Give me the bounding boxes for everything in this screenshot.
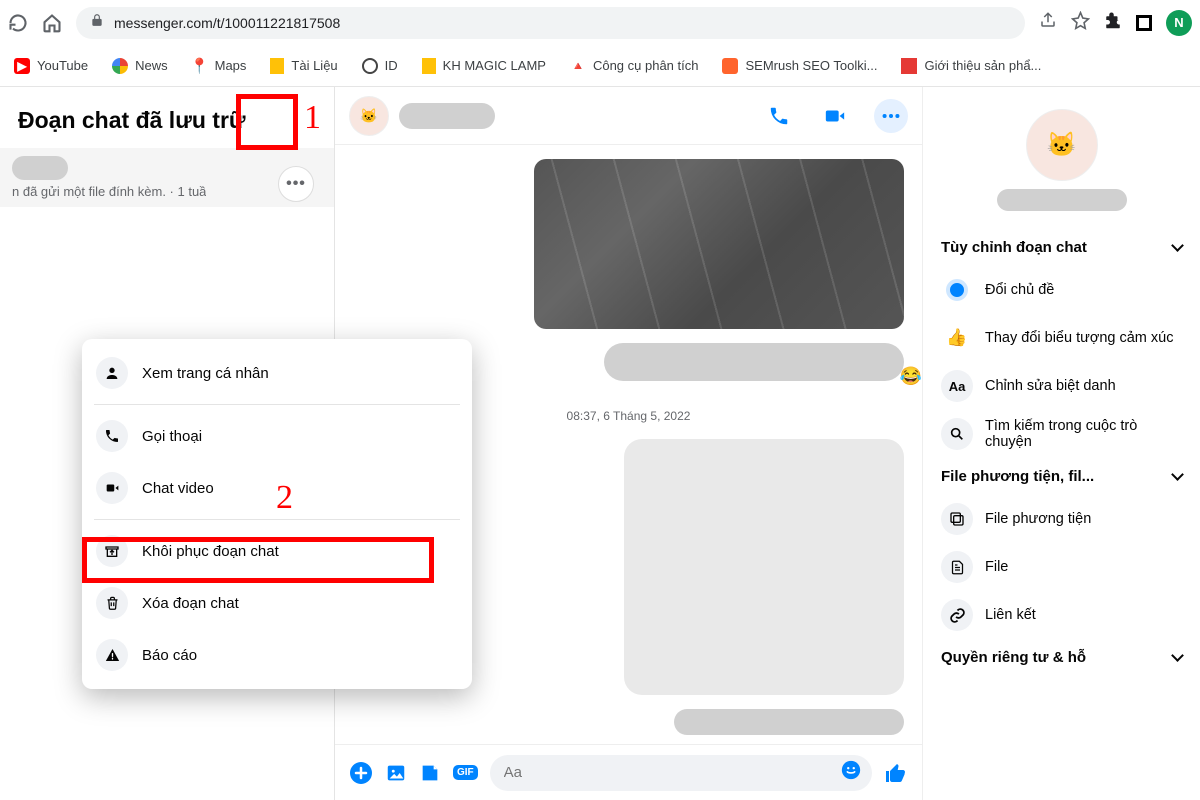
bookmark-id[interactable]: ID (352, 53, 408, 79)
bookmark-gioithieu[interactable]: Giới thiệu sản phẩ... (891, 53, 1051, 79)
profile-avatar[interactable]: N (1166, 10, 1192, 36)
panel-icon[interactable] (1136, 15, 1152, 31)
message-placeholder-large (624, 439, 904, 695)
message-placeholder (604, 343, 904, 381)
chat-more-button[interactable]: ••• (278, 166, 314, 202)
warning-icon (96, 639, 128, 671)
voice-call-button[interactable] (762, 99, 796, 133)
doc-icon (270, 58, 284, 74)
share-icon[interactable] (1039, 11, 1057, 34)
chat-preview-text: n đã gửi một file đính kèm. · 1 tuầ (12, 184, 206, 199)
menu-voice-call[interactable]: Gọi thoại (82, 410, 472, 462)
trash-icon (96, 587, 128, 619)
message-composer: GIF (335, 744, 922, 800)
section-customize-chat[interactable]: Tùy chỉnh đoạn chat (931, 229, 1192, 266)
message-input[interactable] (490, 755, 872, 791)
browser-actions: N (1039, 10, 1192, 36)
details-name-placeholder (997, 189, 1127, 211)
bookmark-youtube[interactable]: ▶YouTube (4, 53, 98, 79)
phone-icon (96, 420, 128, 452)
row-change-theme[interactable]: Đổi chủ đề (931, 266, 1192, 314)
menu-delete-chat[interactable]: Xóa đoạn chat (82, 577, 472, 629)
menu-report[interactable]: Báo cáo (82, 629, 472, 681)
bookmark-analytics[interactable]: 🔺Công cụ phân tích (560, 53, 709, 79)
row-files[interactable]: File (931, 543, 1192, 591)
menu-divider (94, 519, 460, 520)
archived-chat-item[interactable]: n đã gửi một file đính kèm. · 1 tuầ ••• (0, 148, 334, 207)
like-send-button[interactable] (884, 761, 908, 785)
chevron-down-icon (1171, 239, 1184, 252)
image-picker-button[interactable] (385, 762, 407, 784)
maps-icon: 📍 (192, 58, 208, 74)
bookmarks-bar: ▶YouTube News 📍Maps Tài Liệu ID KH MAGIC… (0, 45, 1200, 87)
menu-unarchive[interactable]: Khôi phục đoạn chat (82, 525, 472, 577)
section-media-files[interactable]: File phương tiện, fil... (931, 458, 1192, 495)
chat-info-button[interactable] (874, 99, 908, 133)
menu-view-profile[interactable]: Xem trang cá nhân (82, 347, 472, 399)
chat-name-placeholder (12, 156, 68, 180)
row-edit-nickname[interactable]: Aa Chỉnh sửa biệt danh (931, 362, 1192, 410)
sidebar-title: Đoạn chat đã lưu trữ (0, 87, 334, 148)
bookmark-semrush[interactable]: SEMrush SEO Toolki... (712, 53, 887, 79)
doc-icon (422, 58, 436, 74)
lock-icon (90, 13, 104, 32)
gif-button[interactable]: GIF (453, 765, 478, 780)
reload-icon[interactable] (8, 13, 28, 33)
chevron-down-icon (1171, 649, 1184, 662)
unarchive-icon (96, 535, 128, 567)
menu-divider (94, 404, 460, 405)
url-text: messenger.com/t/100011221817508 (114, 15, 1011, 31)
chevron-down-icon (1171, 468, 1184, 481)
red-icon (901, 58, 917, 74)
row-change-emoji[interactable]: 👍 Thay đổi biểu tượng cảm xúc (931, 314, 1192, 362)
link-icon (941, 599, 973, 631)
youtube-icon: ▶ (14, 58, 30, 74)
row-links[interactable]: Liên kết (931, 591, 1192, 639)
extensions-icon[interactable] (1104, 11, 1122, 34)
annotation-label-1: 1 (304, 99, 321, 137)
star-icon[interactable] (1071, 11, 1090, 35)
home-icon[interactable] (42, 13, 62, 33)
semrush-icon (722, 58, 738, 74)
chat-header-actions (762, 99, 908, 133)
drive-icon: 🔺 (570, 58, 586, 74)
browser-toolbar: messenger.com/t/100011221817508 N (0, 0, 1200, 45)
sticker-button[interactable] (419, 762, 441, 784)
video-icon (96, 472, 128, 504)
video-call-button[interactable] (818, 99, 852, 133)
chat-name-placeholder (399, 103, 495, 129)
emoji-picker-button[interactable] (840, 759, 862, 786)
bookmark-tailieu[interactable]: Tài Liệu (260, 53, 347, 79)
bookmark-maps[interactable]: 📍Maps (182, 53, 257, 79)
like-icon: 👍 (941, 322, 973, 354)
message-placeholder (674, 709, 904, 735)
person-icon (96, 357, 128, 389)
globe-icon (362, 58, 378, 74)
annotation-label-2: 2 (276, 479, 293, 517)
chat-avatar[interactable] (349, 96, 389, 136)
details-panel: Tùy chỉnh đoạn chat Đổi chủ đề 👍 Thay đổ… (922, 87, 1200, 800)
row-media[interactable]: File phương tiện (931, 495, 1192, 543)
file-icon (941, 551, 973, 583)
media-icon (941, 503, 973, 535)
messenger-app: Đoạn chat đã lưu trữ n đã gửi một file đ… (0, 87, 1200, 800)
theme-icon (941, 274, 973, 306)
address-bar[interactable]: messenger.com/t/100011221817508 (76, 7, 1025, 39)
nickname-icon: Aa (941, 370, 973, 402)
google-icon (112, 58, 128, 74)
message-timestamp: 08:37, 6 Tháng 5, 2022 (567, 409, 691, 423)
details-avatar[interactable] (1026, 109, 1098, 181)
add-attachment-button[interactable] (349, 761, 373, 785)
chat-header (335, 87, 922, 145)
image-message[interactable] (534, 159, 904, 329)
row-search-conversation[interactable]: Tìm kiếm trong cuộc trò chuyện (931, 410, 1192, 458)
laugh-reaction-icon[interactable]: 😂 (900, 366, 922, 387)
search-icon (941, 418, 973, 450)
bookmark-news[interactable]: News (102, 53, 178, 79)
section-privacy[interactable]: Quyền riêng tư & hỗ (931, 639, 1192, 676)
bookmark-magic-lamp[interactable]: KH MAGIC LAMP (412, 53, 556, 79)
